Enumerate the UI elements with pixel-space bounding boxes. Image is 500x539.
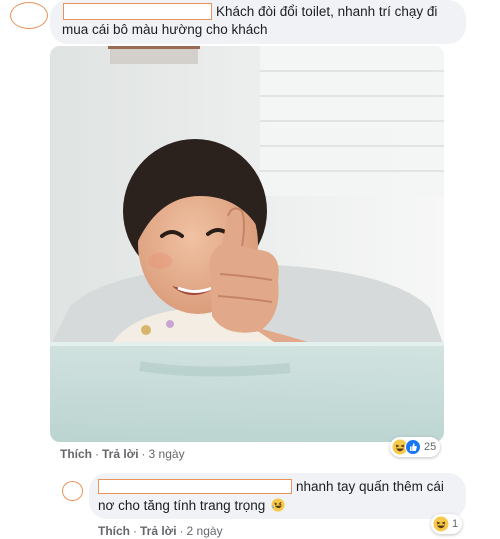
reaction-count: 1	[452, 518, 459, 530]
redacted-username[interactable]	[63, 3, 212, 20]
comment-bubble: Khách đòi đổi toilet, nhanh trí chạy đi …	[50, 0, 466, 44]
like-icon	[405, 439, 421, 455]
child-thumbs-up-photo	[50, 46, 444, 442]
reply-link[interactable]: Trả lời	[140, 524, 177, 538]
reply-bubble: nhanh tay quấn thêm cái nơ cho tăng tính…	[89, 473, 466, 519]
like-link[interactable]: Thích	[98, 524, 130, 538]
comment-text-line: Khách đòi đổi toilet, nhanh trí chạy đi	[216, 4, 438, 19]
reply-reaction-summary[interactable]: 1	[431, 514, 463, 534]
reply-actions: Thích · Trả lời · 2 ngày	[98, 524, 223, 538]
comment-timestamp[interactable]: 3 ngày	[149, 447, 185, 461]
haha-icon	[433, 516, 449, 532]
like-link[interactable]: Thích	[60, 447, 92, 461]
reply-timestamp[interactable]: 2 ngày	[187, 524, 223, 538]
reply-avatar[interactable]	[62, 481, 83, 501]
reply-link[interactable]: Trả lời	[102, 447, 139, 461]
reply-text-line: nhanh tay quấn thêm cái	[296, 479, 444, 494]
comment-text-line: mua cái bô màu hường cho khách	[62, 22, 268, 37]
commenter-avatar[interactable]	[10, 2, 48, 29]
reply-text-line: nơ cho tăng tính trang trọng	[98, 497, 285, 515]
redacted-username[interactable]	[98, 479, 292, 494]
comment-gif-image[interactable]	[50, 46, 444, 442]
reaction-summary[interactable]: 25	[390, 437, 441, 457]
comment-actions: Thích · Trả lời · 3 ngày	[60, 447, 185, 461]
rofl-emoji-icon	[271, 498, 285, 512]
reaction-count: 25	[424, 441, 437, 453]
